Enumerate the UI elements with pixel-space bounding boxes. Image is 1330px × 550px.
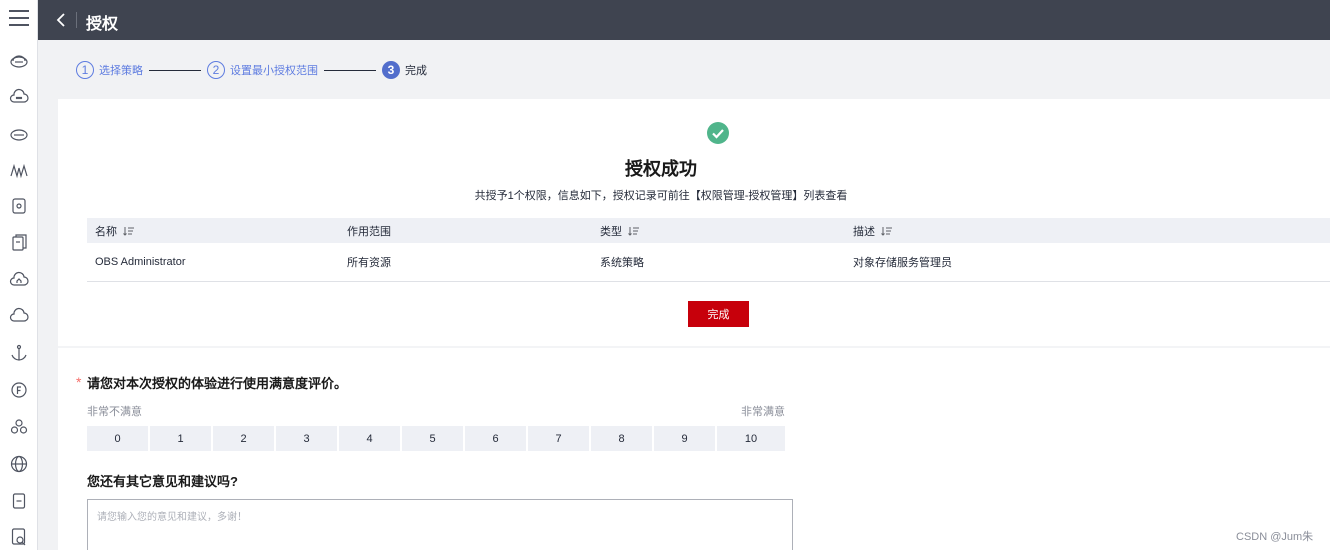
step-connector: [149, 69, 201, 71]
cloud-icon[interactable]: [9, 87, 29, 107]
back-arrow-icon[interactable]: [52, 10, 72, 30]
globe-icon[interactable]: [9, 454, 29, 474]
column-label: 名称: [95, 225, 117, 238]
rating-option[interactable]: 10: [717, 426, 785, 451]
step-2: 2 设置最小授权范围: [207, 61, 318, 79]
cloud-outline-icon[interactable]: [9, 306, 29, 326]
rating-option[interactable]: 0: [87, 426, 148, 451]
rating-option[interactable]: 1: [150, 426, 211, 451]
document-copy-icon[interactable]: [9, 233, 29, 253]
done-button[interactable]: 完成: [688, 301, 749, 327]
title-separator: [76, 12, 77, 28]
step-label: 完成: [405, 65, 427, 77]
scale-low-label: 非常不满意: [87, 406, 142, 418]
column-header-type[interactable]: 类型: [592, 223, 845, 239]
file-icon[interactable]: [9, 491, 29, 511]
step-3: 3 完成: [382, 61, 427, 79]
rating-scale: 0 1 2 3 4 5 6 7 8 9 10: [87, 426, 785, 451]
column-label: 描述: [853, 225, 875, 238]
rating-option[interactable]: 4: [339, 426, 400, 451]
step-number: 2: [207, 61, 225, 79]
column-label: 作用范围: [347, 225, 391, 238]
column-header-scope: 作用范围: [339, 223, 592, 239]
step-number: 3: [382, 61, 400, 79]
sort-icon[interactable]: [628, 226, 640, 236]
table-header: 名称 作用范围 类型 描述: [87, 218, 1330, 243]
left-rail: [0, 0, 38, 550]
step-label: 设置最小授权范围: [230, 65, 318, 77]
step-label: 选择策略: [99, 65, 143, 77]
section-divider: [58, 346, 1330, 348]
step-number: 1: [76, 61, 94, 79]
rating-option[interactable]: 3: [276, 426, 337, 451]
stepper: 1 选择策略 2 设置最小授权范围 3 完成: [76, 59, 427, 81]
top-bar: 授权: [38, 0, 1330, 40]
hamburger-menu-icon[interactable]: [9, 10, 29, 28]
rating-option[interactable]: 9: [654, 426, 715, 451]
feedback-textarea[interactable]: [87, 499, 793, 550]
rating-option[interactable]: 2: [213, 426, 274, 451]
cloud-home-icon[interactable]: [9, 270, 29, 290]
sort-icon[interactable]: [123, 226, 135, 236]
cell-scope: 所有资源: [347, 257, 391, 269]
column-label: 类型: [600, 225, 622, 238]
column-header-name[interactable]: 名称: [87, 223, 339, 239]
required-mark: *: [76, 374, 82, 390]
step-1: 1 选择策略: [76, 61, 143, 79]
watermark: CSDN @Jum朱: [1236, 531, 1314, 543]
rating-option[interactable]: 6: [465, 426, 526, 451]
cell-description: 对象存储服务管理员: [853, 257, 952, 269]
scale-high-label: 非常满意: [741, 406, 785, 418]
f-circle-icon[interactable]: [9, 380, 29, 400]
table-row: OBS Administrator 所有资源 系统策略 对象存储服务管理员: [87, 243, 1330, 282]
cell-type: 系统策略: [600, 257, 644, 269]
cluster-icon[interactable]: [9, 417, 29, 437]
column-header-description[interactable]: 描述: [845, 223, 1330, 239]
rating-option[interactable]: 5: [402, 426, 463, 451]
disk-icon[interactable]: [9, 124, 29, 144]
step-connector: [324, 69, 376, 71]
page-title: 授权: [86, 16, 119, 33]
success-title: 授权成功: [625, 159, 697, 179]
permission-table: 名称 作用范围 类型 描述 OBS Administrator 所有资源 系统策…: [87, 218, 1330, 282]
cloud-server-icon[interactable]: [9, 51, 29, 71]
survey-question: 请您对本次授权的体验进行使用满意度评价。: [87, 376, 348, 391]
success-check-icon: [707, 122, 729, 144]
success-description: 共授予1个权限，信息如下，授权记录可前往【权限管理-授权管理】列表查看: [474, 190, 848, 202]
rating-option[interactable]: 7: [528, 426, 589, 451]
result-card: 授权成功 共授予1个权限，信息如下，授权记录可前往【权限管理-授权管理】列表查看…: [58, 99, 1330, 550]
sort-icon[interactable]: [881, 226, 893, 236]
search-document-icon[interactable]: [9, 527, 29, 547]
feedback-question: 您还有其它意见和建议吗?: [87, 474, 238, 489]
cell-name: OBS Administrator: [95, 256, 186, 268]
rating-option[interactable]: 8: [591, 426, 652, 451]
anchor-icon[interactable]: [9, 343, 29, 363]
